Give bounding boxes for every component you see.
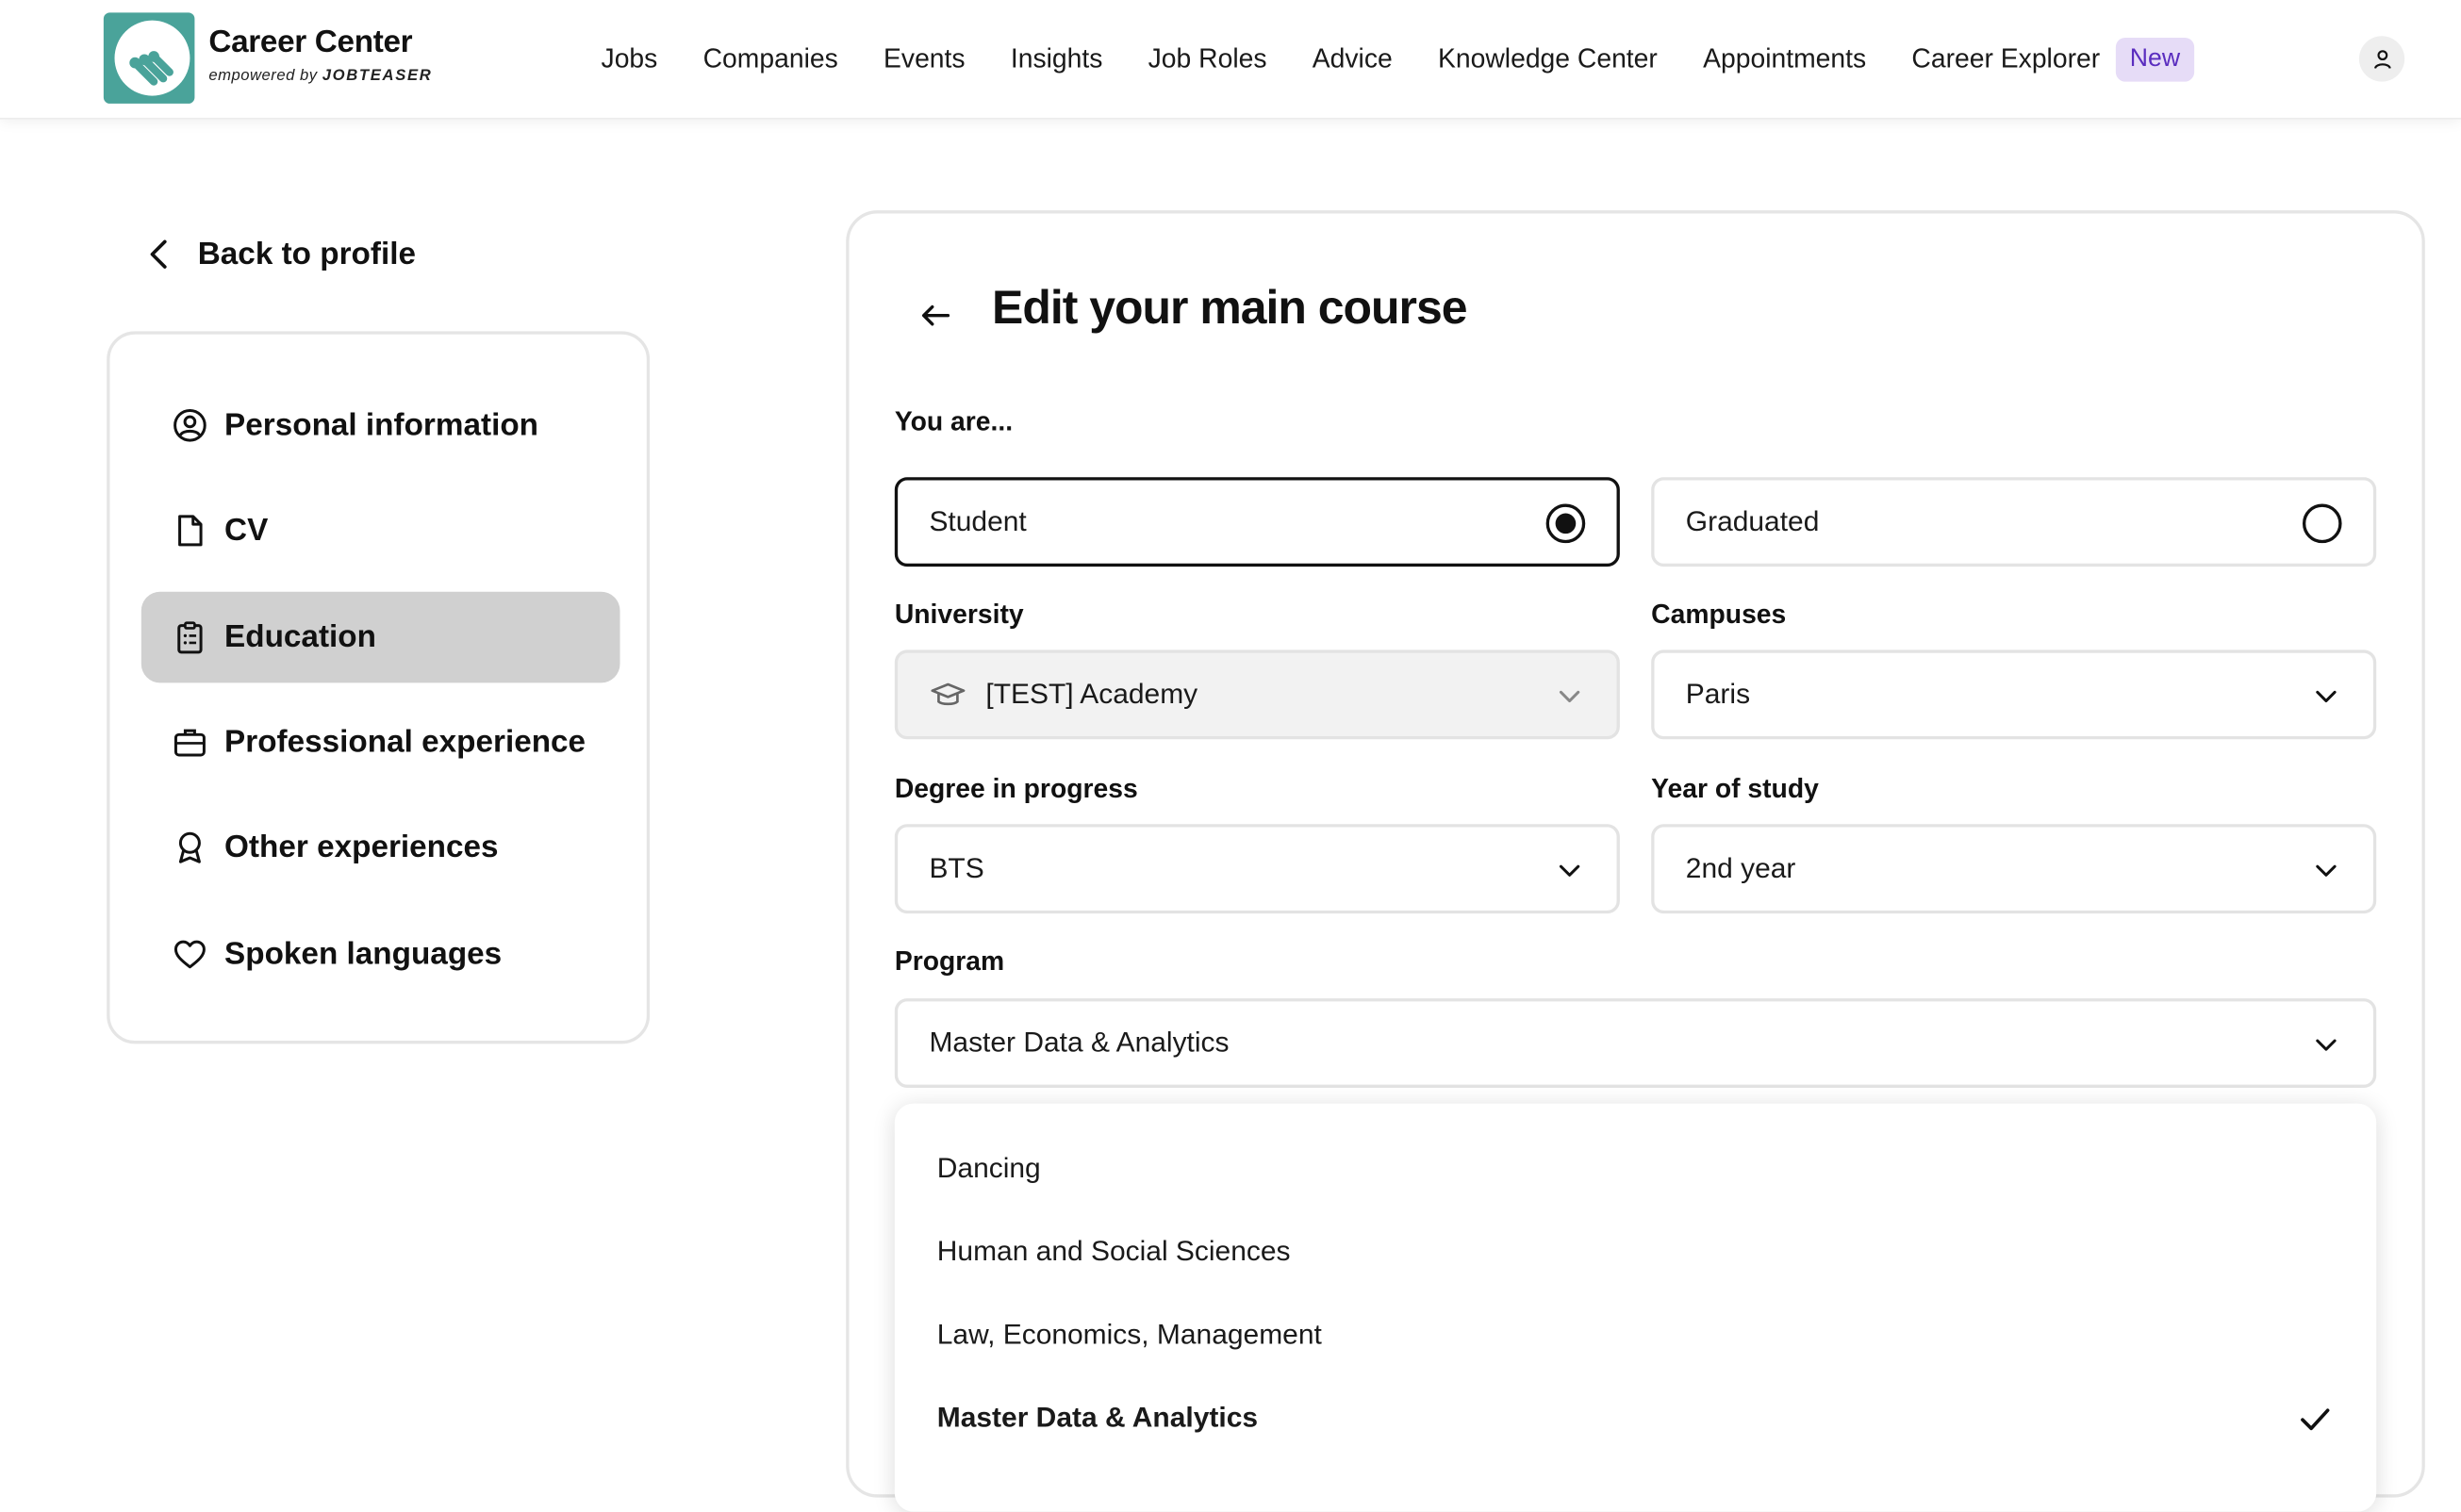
degree-label: Degree in progress: [894, 773, 1138, 804]
chevron-down-icon: [2316, 1039, 2337, 1051]
degree-select[interactable]: BTS: [894, 824, 1620, 914]
sidebar-item-label: CV: [224, 512, 269, 548]
award-icon: [173, 830, 207, 865]
nav-advice[interactable]: Advice: [1313, 40, 1393, 80]
nav-jobs[interactable]: Jobs: [602, 40, 658, 80]
status-option-label: Graduated: [1685, 505, 1820, 537]
sidebar-item-spoken-languages[interactable]: Spoken languages: [141, 909, 620, 1000]
user-avatar[interactable]: [2358, 36, 2405, 82]
program-option-human-social-sciences[interactable]: Human and Social Sciences: [937, 1236, 1291, 1269]
program-label: Program: [894, 946, 1005, 977]
nav-knowledge-center[interactable]: Knowledge Center: [1438, 40, 1658, 80]
brand-sub-prefix: empowered by: [208, 67, 322, 85]
sidebar-item-label: Other experiences: [224, 830, 499, 864]
nav-appointments[interactable]: Appointments: [1703, 40, 1866, 80]
program-dropdown-list: Dancing Human and Social Sciences Law, E…: [894, 1103, 2377, 1512]
main-nav: Jobs Companies Events Insights Job Roles…: [602, 37, 2195, 82]
arrow-left-icon: [921, 304, 950, 326]
program-value: Master Data & Analytics: [929, 1027, 1230, 1059]
document-icon: [173, 514, 207, 549]
user-icon: [2373, 49, 2390, 69]
career-center-logo[interactable]: [103, 12, 195, 104]
you-are-label: You are...: [894, 406, 1014, 436]
sidebar-item-professional-experience[interactable]: Professional experience: [141, 697, 620, 788]
sidebar-item-label: Spoken languages: [224, 936, 503, 971]
sidebar-item-label: Personal information: [224, 407, 539, 442]
back-button[interactable]: [917, 297, 954, 342]
heart-icon: [173, 937, 207, 972]
campuses-value: Paris: [1685, 678, 1751, 710]
status-option-graduated[interactable]: Graduated: [1651, 477, 2377, 567]
year-of-study-select[interactable]: 2nd year: [1651, 824, 2377, 914]
program-option-dancing[interactable]: Dancing: [937, 1152, 1041, 1185]
back-to-profile-label: Back to profile: [197, 236, 416, 271]
sidebar-item-other-experiences[interactable]: Other experiences: [141, 802, 620, 894]
sidebar-item-personal-information[interactable]: Personal information: [141, 380, 620, 471]
program-option-law-economics-management[interactable]: Law, Economics, Management: [937, 1319, 1322, 1352]
brand-subtitle: empowered by JOBTEASER: [208, 68, 432, 85]
top-header: Career Center empowered by JOBTEASER Job…: [0, 0, 2461, 120]
nav-insights[interactable]: Insights: [1011, 40, 1103, 80]
new-badge: New: [2115, 37, 2195, 82]
sidebar-item-cv[interactable]: CV: [141, 485, 620, 577]
university-label: University: [894, 600, 1024, 630]
degree-value: BTS: [929, 852, 984, 884]
program-select[interactable]: Master Data & Analytics: [894, 998, 2377, 1088]
program-option-master-data-analytics[interactable]: Master Data & Analytics: [937, 1402, 1258, 1435]
sidebar-item-education[interactable]: Education: [140, 591, 620, 683]
page-title: Edit your main course: [992, 282, 1468, 335]
brand-name: Career Center: [208, 25, 413, 60]
nav-job-roles[interactable]: Job Roles: [1148, 40, 1267, 80]
status-option-student[interactable]: Student: [894, 477, 1620, 567]
profile-sections-menu: Personal information CV Education Profes…: [107, 331, 651, 1044]
logo-icon: [114, 20, 190, 96]
back-to-profile-link[interactable]: Back to profile: [144, 232, 416, 276]
year-of-study-label: Year of study: [1651, 773, 1819, 804]
university-value: [TEST] Academy: [985, 678, 1198, 710]
brand-sub-strong: JOBTEASER: [322, 67, 433, 85]
campuses-label: Campuses: [1651, 600, 1787, 630]
user-circle-icon: [173, 408, 207, 443]
sidebar-item-label: Professional experience: [224, 724, 586, 760]
chevron-down-icon: [2316, 864, 2337, 877]
clipboard-icon: [173, 620, 207, 655]
sidebar-item-label: Education: [224, 618, 376, 654]
chevron-down-icon: [1559, 690, 1580, 703]
campuses-select[interactable]: Paris: [1651, 649, 2377, 740]
chevron-down-icon: [2316, 690, 2337, 703]
university-select[interactable]: [TEST] Academy: [894, 649, 1620, 740]
graduation-cap-icon: [931, 682, 966, 705]
radio-selected-icon: [1545, 503, 1586, 544]
radio-unselected-icon: [2302, 503, 2342, 544]
status-option-label: Student: [929, 505, 1027, 537]
chevron-down-icon: [1559, 864, 1580, 877]
chevron-left-icon: [150, 239, 167, 269]
briefcase-icon: [173, 725, 207, 760]
nav-companies[interactable]: Companies: [703, 40, 838, 80]
year-of-study-value: 2nd year: [1685, 852, 1796, 884]
checkmark-icon: [2301, 1408, 2330, 1431]
nav-career-explorer[interactable]: Career Explorer: [1911, 40, 2100, 80]
nav-events[interactable]: Events: [884, 40, 966, 80]
